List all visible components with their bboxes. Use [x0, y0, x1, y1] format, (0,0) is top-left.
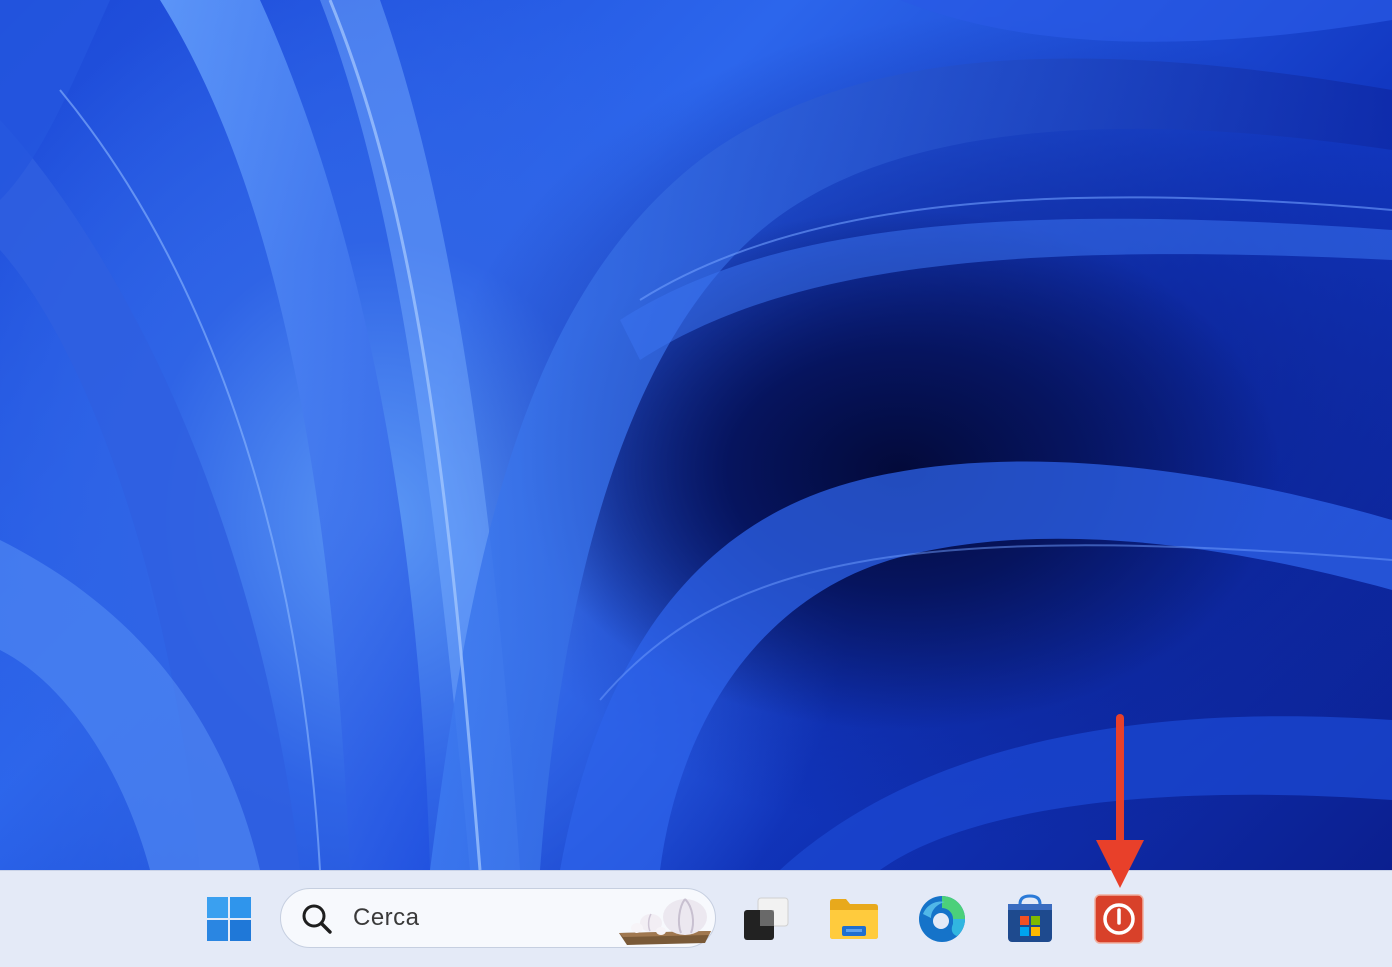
file-explorer-button[interactable] — [828, 893, 880, 945]
windows-start-icon — [207, 897, 251, 941]
file-explorer-icon — [830, 899, 878, 939]
power-app-icon — [1094, 894, 1144, 944]
wallpaper-swirls — [0, 0, 1392, 870]
start-button[interactable] — [203, 893, 255, 945]
search-box[interactable]: Cerca — [280, 888, 716, 948]
task-view-icon — [744, 897, 789, 940]
edge-button[interactable] — [916, 893, 968, 945]
power-app-button[interactable] — [1093, 893, 1145, 945]
task-view-button[interactable] — [740, 893, 792, 945]
garlic-highlight-icon[interactable] — [615, 893, 715, 945]
desktop-wallpaper — [0, 0, 1392, 870]
microsoft-store-button[interactable] — [1004, 893, 1056, 945]
search-icon — [302, 904, 332, 934]
taskbar: Cerca — [0, 870, 1392, 967]
annotation-arrow — [1096, 714, 1144, 888]
microsoft-store-icon — [1008, 894, 1052, 942]
search-placeholder: Cerca — [353, 904, 420, 931]
edge-icon — [919, 896, 965, 942]
